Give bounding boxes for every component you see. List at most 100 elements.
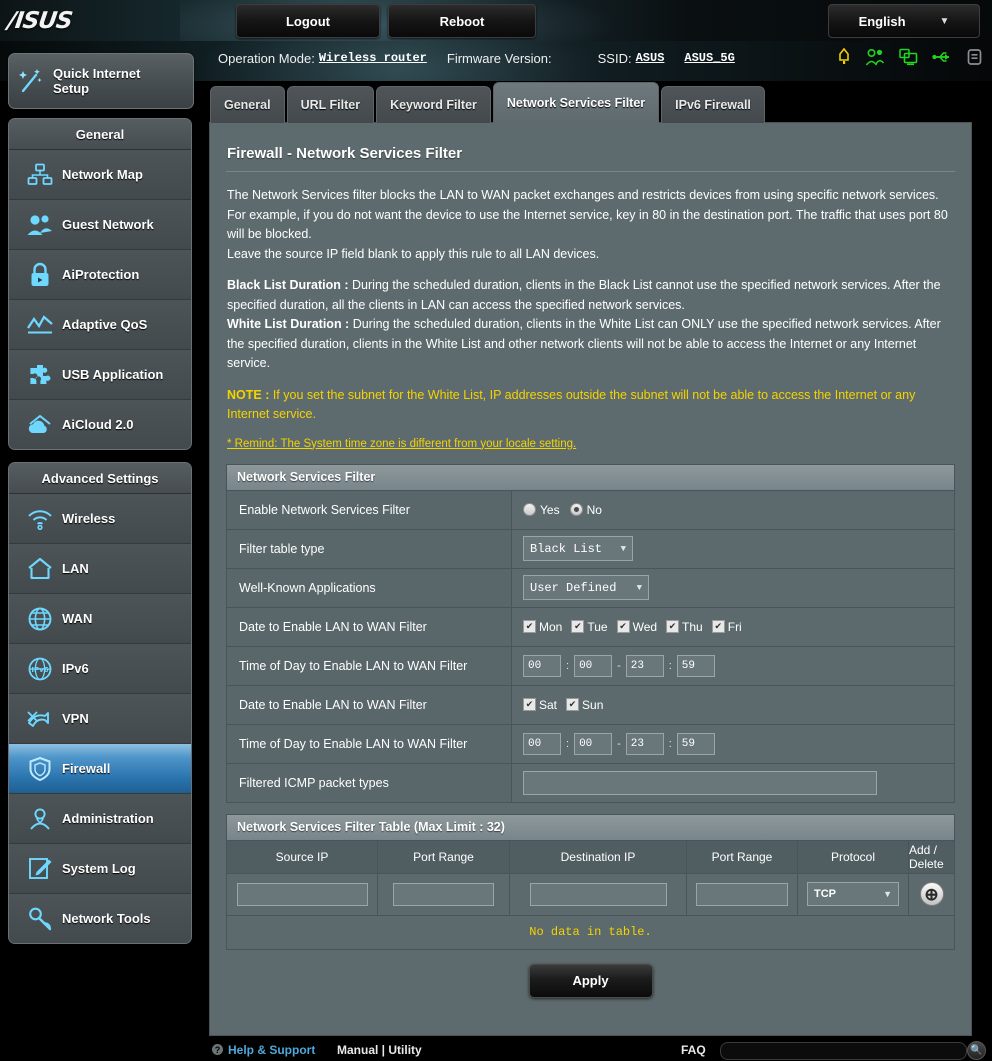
checkbox-thu[interactable]: Thu bbox=[666, 620, 703, 634]
note-label: NOTE : bbox=[227, 387, 270, 402]
sidebar-item-wireless[interactable]: Wireless bbox=[9, 494, 191, 544]
checkbox-sat[interactable]: Sat bbox=[523, 698, 557, 712]
client-status-icon[interactable] bbox=[899, 48, 918, 66]
checkbox-sun-box bbox=[566, 698, 580, 711]
column-header-add-delete: Add / Delete bbox=[909, 840, 954, 873]
status-icon-tray bbox=[837, 48, 982, 66]
sidebar-item-label: IPv6 bbox=[62, 661, 89, 676]
weekday-start-hour-input[interactable]: 00 bbox=[523, 654, 561, 677]
manual-utility-link[interactable]: Manual | Utility bbox=[337, 1043, 422, 1057]
sidebar-item-aiprotection[interactable]: AiProtection bbox=[9, 250, 191, 300]
weekend-end-minute-input[interactable]: 59 bbox=[676, 732, 715, 755]
weekend-start-minute-input[interactable]: 00 bbox=[574, 732, 613, 755]
checkbox-wed[interactable]: Wed bbox=[616, 620, 657, 634]
checkbox-sat-box bbox=[523, 698, 536, 711]
filtered-icmp-input[interactable] bbox=[523, 770, 877, 795]
sidebar-group-advanced-title: Advanced Settings bbox=[9, 463, 191, 494]
radio-no-label: No bbox=[586, 502, 602, 517]
table-empty-message: No data in table. bbox=[227, 914, 954, 949]
sidebar-item-network-map[interactable]: Network Map bbox=[9, 150, 191, 200]
weekend-start-hour-input[interactable]: 00 bbox=[523, 732, 561, 755]
guest-network-icon[interactable] bbox=[865, 48, 885, 66]
apply-button[interactable]: Apply bbox=[528, 963, 653, 998]
checkbox-mon[interactable]: Mon bbox=[523, 620, 562, 634]
tab-ipv6-firewall[interactable]: IPv6 Firewall bbox=[661, 86, 765, 123]
sidebar-item-label: Administration bbox=[62, 811, 154, 826]
tab-general[interactable]: General bbox=[210, 86, 285, 123]
apply-row: Apply bbox=[218, 950, 963, 1012]
checkbox-thu-box bbox=[666, 620, 680, 633]
destination-ip-input[interactable] bbox=[529, 882, 667, 906]
logout-button[interactable]: Logout bbox=[236, 4, 380, 38]
sidebar-item-system-log[interactable]: System Log bbox=[9, 844, 191, 894]
time-weekdays-label: Time of Day to Enable LAN to WAN Filter bbox=[227, 646, 512, 685]
protocol-select[interactable]: TCP ▼ bbox=[807, 882, 899, 906]
warning-icon[interactable] bbox=[837, 48, 851, 66]
row-well-known-applications: Well-Known Applications User Defined ▼ bbox=[227, 567, 954, 607]
search-icon[interactable]: 🔍 bbox=[967, 1041, 986, 1060]
black-list-duration-paragraph: Black List Duration : During the schedul… bbox=[227, 276, 954, 315]
weekday-end-minute-input[interactable]: 59 bbox=[676, 654, 715, 677]
magic-wand-icon bbox=[9, 66, 53, 96]
sidebar-item-guest-network[interactable]: Guest Network bbox=[9, 200, 191, 250]
reboot-button[interactable]: Reboot bbox=[388, 4, 536, 38]
ssid-value-24g[interactable]: ASUS bbox=[636, 51, 665, 65]
weekday-start-minute-input[interactable]: 00 bbox=[574, 654, 613, 677]
sidebar-item-label: WAN bbox=[62, 611, 93, 626]
printer-icon[interactable] bbox=[967, 48, 982, 66]
sidebar-item-label: AiProtection bbox=[62, 267, 140, 282]
faq-search-input[interactable] bbox=[720, 1042, 967, 1060]
time-dash-2: - bbox=[617, 737, 621, 750]
white-list-label: White List Duration : bbox=[227, 317, 350, 331]
tab-url-filter[interactable]: URL Filter bbox=[286, 86, 375, 123]
filter-table-type-select[interactable]: Black List ▼ bbox=[523, 536, 633, 561]
ssid-value-5g[interactable]: ASUS_5G bbox=[684, 51, 734, 65]
sidebar-item-label: Network Map bbox=[62, 167, 143, 182]
sidebar-item-firewall[interactable]: Firewall bbox=[9, 744, 191, 794]
usb-icon[interactable] bbox=[932, 48, 953, 66]
port-range-1-input[interactable] bbox=[393, 882, 494, 906]
sidebar-item-ipv6[interactable]: IPv6 IPv6 bbox=[9, 644, 191, 694]
radio-yes-dot bbox=[523, 503, 536, 516]
timezone-remind-link[interactable]: * Remind: The System time zone is differ… bbox=[218, 425, 963, 450]
sidebar-item-network-tools[interactable]: Network Tools bbox=[9, 894, 191, 943]
quick-internet-setup-button[interactable]: Quick Internet Setup bbox=[8, 53, 194, 109]
note-text: If you set the subnet for the White List… bbox=[227, 387, 916, 422]
date-weekend-label: Date to Enable LAN to WAN Filter bbox=[227, 685, 512, 724]
checkbox-sun[interactable]: Sun bbox=[566, 698, 603, 712]
operation-mode-value[interactable]: Wireless router bbox=[319, 51, 427, 65]
sidebar-item-aicloud[interactable]: AiCloud 2.0 bbox=[9, 400, 191, 449]
help-and-support-link[interactable]: ? Help & Support bbox=[212, 1043, 315, 1057]
sidebar-item-vpn[interactable]: VPN bbox=[9, 694, 191, 744]
sidebar-item-lan[interactable]: LAN bbox=[9, 544, 191, 594]
language-selector[interactable]: English ▼ bbox=[828, 4, 980, 38]
add-rule-button[interactable]: ⊕ bbox=[919, 882, 944, 906]
sidebar-item-adaptive-qos[interactable]: Adaptive QoS bbox=[9, 300, 191, 350]
weekend-end-hour-input[interactable]: 23 bbox=[625, 732, 664, 755]
svg-text:IPv6: IPv6 bbox=[31, 666, 48, 674]
firmware-label: Firmware Version: bbox=[446, 50, 552, 66]
ipv6-globe-icon: IPv6 bbox=[18, 656, 62, 682]
title-divider bbox=[226, 171, 955, 172]
port-range-2-input[interactable] bbox=[696, 882, 788, 906]
well-known-applications-select[interactable]: User Defined ▼ bbox=[523, 575, 649, 600]
checkbox-fri[interactable]: Fri bbox=[711, 620, 742, 634]
sidebar-group-general: General Network Map Guest Network AiProt… bbox=[8, 118, 192, 450]
tab-keyword-filter[interactable]: Keyword Filter bbox=[376, 86, 491, 123]
row-filtered-icmp: Filtered ICMP packet types bbox=[227, 762, 954, 802]
filtered-icmp-label: Filtered ICMP packet types bbox=[227, 763, 512, 802]
checkbox-thu-label: Thu bbox=[682, 619, 703, 634]
checkbox-tue-label: Tue bbox=[587, 619, 608, 634]
weekday-end-hour-input[interactable]: 23 bbox=[625, 654, 664, 677]
sidebar-item-usb-application[interactable]: USB Application bbox=[9, 350, 191, 400]
checkbox-fri-box bbox=[711, 620, 725, 633]
source-ip-input[interactable] bbox=[236, 882, 368, 906]
note-paragraph: NOTE : If you set the subnet for the Whi… bbox=[227, 386, 954, 425]
wrench-icon bbox=[18, 906, 62, 932]
checkbox-tue[interactable]: Tue bbox=[571, 619, 608, 634]
sidebar-item-administration[interactable]: Administration bbox=[9, 794, 191, 844]
tab-network-services-filter[interactable]: Network Services Filter bbox=[492, 82, 660, 123]
sidebar-item-wan[interactable]: WAN bbox=[9, 594, 191, 644]
enable-filter-radio-no[interactable]: No bbox=[569, 502, 602, 517]
enable-filter-radio-yes[interactable]: Yes bbox=[523, 503, 560, 517]
